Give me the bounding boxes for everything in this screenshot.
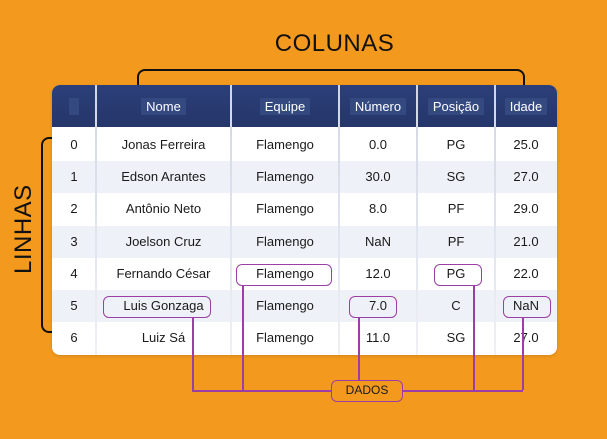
cell-nome: Antônio Neto [125, 201, 202, 217]
cell-posicao: PF [447, 201, 465, 217]
highlight-nome-row5 [103, 296, 211, 318]
cell-idade: 29.0 [513, 201, 539, 217]
cell-equipe: Flamengo [256, 330, 314, 346]
cell-index: 5 [70, 298, 78, 313]
columns-bracket [137, 69, 525, 85]
header-numero: Número [339, 98, 417, 116]
highlight-idade-row5 [503, 296, 551, 318]
highlight-equipe-row4 [236, 264, 332, 286]
column-separator [338, 85, 340, 355]
header-posicao: Posição [417, 98, 495, 116]
connector-line [192, 318, 194, 391]
column-separator [230, 85, 232, 355]
highlight-numero-row5 [349, 296, 397, 318]
column-separator [95, 85, 97, 355]
cell-numero: 0.0 [368, 137, 388, 152]
connector-line [192, 390, 332, 392]
cell-equipe: Flamengo [256, 137, 314, 152]
cell-nome: Jonas Ferreira [121, 137, 206, 152]
cell-equipe: Flamengo [256, 169, 314, 185]
connector-line [242, 286, 244, 391]
cell-numero: 8.0 [368, 201, 388, 217]
cell-index: 1 [70, 169, 78, 185]
header-idade: Idade [495, 98, 557, 116]
table-header: Nome Equipe Número Posição Idade [52, 85, 557, 127]
cell-numero: NaN [364, 233, 391, 249]
cell-idade: 27.0 [513, 330, 539, 346]
cell-numero: 12.0 [365, 265, 391, 281]
cell-index: 3 [70, 233, 78, 249]
header-nome: Nome [96, 98, 231, 116]
connector-line [473, 286, 475, 390]
cell-posicao: PG [446, 137, 466, 152]
cell-nome: Fernando César [116, 265, 211, 281]
cell-index: 0 [70, 137, 78, 152]
cell-idade: 25.0 [513, 137, 539, 152]
cell-nome: Edson Arantes [121, 169, 206, 185]
cell-idade: 21.0 [513, 233, 539, 249]
data-label: DADOS [331, 380, 403, 402]
cell-numero: 30.0 [365, 169, 391, 185]
header-index [52, 98, 96, 116]
cell-posicao: C [451, 298, 461, 313]
cell-index: 4 [70, 265, 78, 281]
cell-posicao: SG [446, 169, 466, 185]
connector-line [358, 318, 360, 381]
rows-label: LINHAS [10, 184, 37, 274]
cell-equipe: Flamengo [256, 233, 314, 249]
highlight-posicao-row4 [434, 264, 482, 286]
cell-nome: Luiz Sá [141, 330, 186, 346]
columns-label: COLUNAS [274, 30, 395, 57]
cell-idade: 22.0 [513, 265, 539, 281]
cell-posicao: PF [447, 233, 465, 249]
cell-equipe: Flamengo [256, 201, 314, 217]
cell-posicao: SG [446, 330, 466, 346]
cell-index: 2 [70, 201, 78, 217]
connector-line [522, 318, 524, 390]
connector-line [403, 390, 523, 392]
cell-index: 6 [70, 330, 78, 346]
column-separator [416, 85, 418, 355]
cell-equipe: Flamengo [256, 298, 314, 313]
header-equipe: Equipe [231, 98, 339, 116]
cell-numero: 11.0 [365, 330, 391, 346]
column-separator [494, 85, 496, 355]
cell-idade: 27.0 [513, 169, 539, 185]
cell-nome: Joelson Cruz [125, 233, 202, 249]
